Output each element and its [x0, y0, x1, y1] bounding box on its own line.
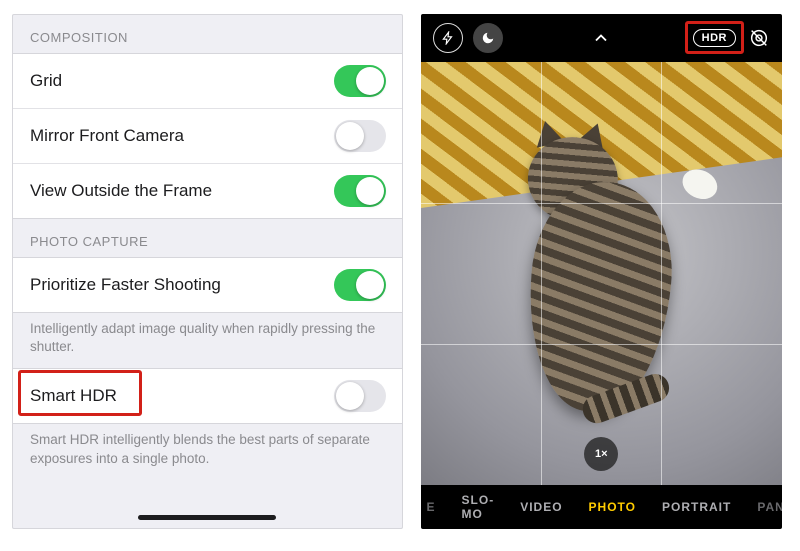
toggle-view-outside-frame[interactable] — [334, 175, 386, 207]
mode-item[interactable]: E — [427, 500, 436, 514]
section-header-composition: COMPOSITION — [13, 15, 402, 53]
toggle-prioritize-faster-shooting[interactable] — [334, 269, 386, 301]
mode-video[interactable]: VIDEO — [520, 500, 562, 514]
grid-overlay — [421, 62, 782, 485]
row-label: View Outside the Frame — [30, 181, 212, 201]
camera-mode-selector[interactable]: E SLO-MO VIDEO PHOTO PORTRAIT PANO — [421, 485, 782, 529]
row-mirror-front-camera[interactable]: Mirror Front Camera — [13, 108, 402, 163]
flash-icon[interactable] — [433, 23, 463, 53]
toggle-grid[interactable] — [334, 65, 386, 97]
toggle-smart-hdr[interactable] — [334, 380, 386, 412]
mode-pano[interactable]: PANO — [757, 500, 782, 514]
photo-capture-rows: Prioritize Faster Shooting — [13, 257, 402, 313]
row-smart-hdr[interactable]: Smart HDR — [13, 369, 402, 423]
composition-rows: Grid Mirror Front Camera View Outside th… — [13, 53, 402, 219]
live-photo-off-icon[interactable] — [748, 27, 770, 49]
camera-viewfinder[interactable]: 1× — [421, 62, 782, 485]
section-footer-faster-shooting: Intelligently adapt image quality when r… — [13, 313, 402, 368]
mode-slo-mo[interactable]: SLO-MO — [462, 493, 495, 521]
mode-photo[interactable]: PHOTO — [589, 500, 636, 514]
row-view-outside-frame[interactable]: View Outside the Frame — [13, 163, 402, 218]
zoom-level-button[interactable]: 1× — [584, 437, 618, 471]
hdr-badge[interactable]: HDR — [693, 29, 736, 47]
mode-portrait[interactable]: PORTRAIT — [662, 500, 731, 514]
row-prioritize-faster-shooting[interactable]: Prioritize Faster Shooting — [13, 258, 402, 312]
chevron-up-icon[interactable] — [589, 26, 613, 50]
smart-hdr-rows: Smart HDR — [13, 368, 402, 424]
highlight-hdr — [685, 21, 744, 54]
camera-settings-panel: COMPOSITION Grid Mirror Front Camera Vie… — [12, 14, 403, 529]
night-mode-icon[interactable] — [473, 23, 503, 53]
row-grid[interactable]: Grid — [13, 54, 402, 108]
row-label: Mirror Front Camera — [30, 126, 184, 146]
row-label: Smart HDR — [30, 386, 117, 406]
row-label: Prioritize Faster Shooting — [30, 275, 221, 295]
home-indicator[interactable] — [138, 515, 276, 520]
camera-app-panel: HDR 1× E S — [421, 14, 782, 529]
section-footer-smart-hdr: Smart HDR intelligently blends the best … — [13, 424, 402, 479]
camera-top-bar: HDR — [421, 14, 782, 62]
toggle-mirror-front-camera[interactable] — [334, 120, 386, 152]
section-header-photo-capture: PHOTO CAPTURE — [13, 219, 402, 257]
row-label: Grid — [30, 71, 62, 91]
